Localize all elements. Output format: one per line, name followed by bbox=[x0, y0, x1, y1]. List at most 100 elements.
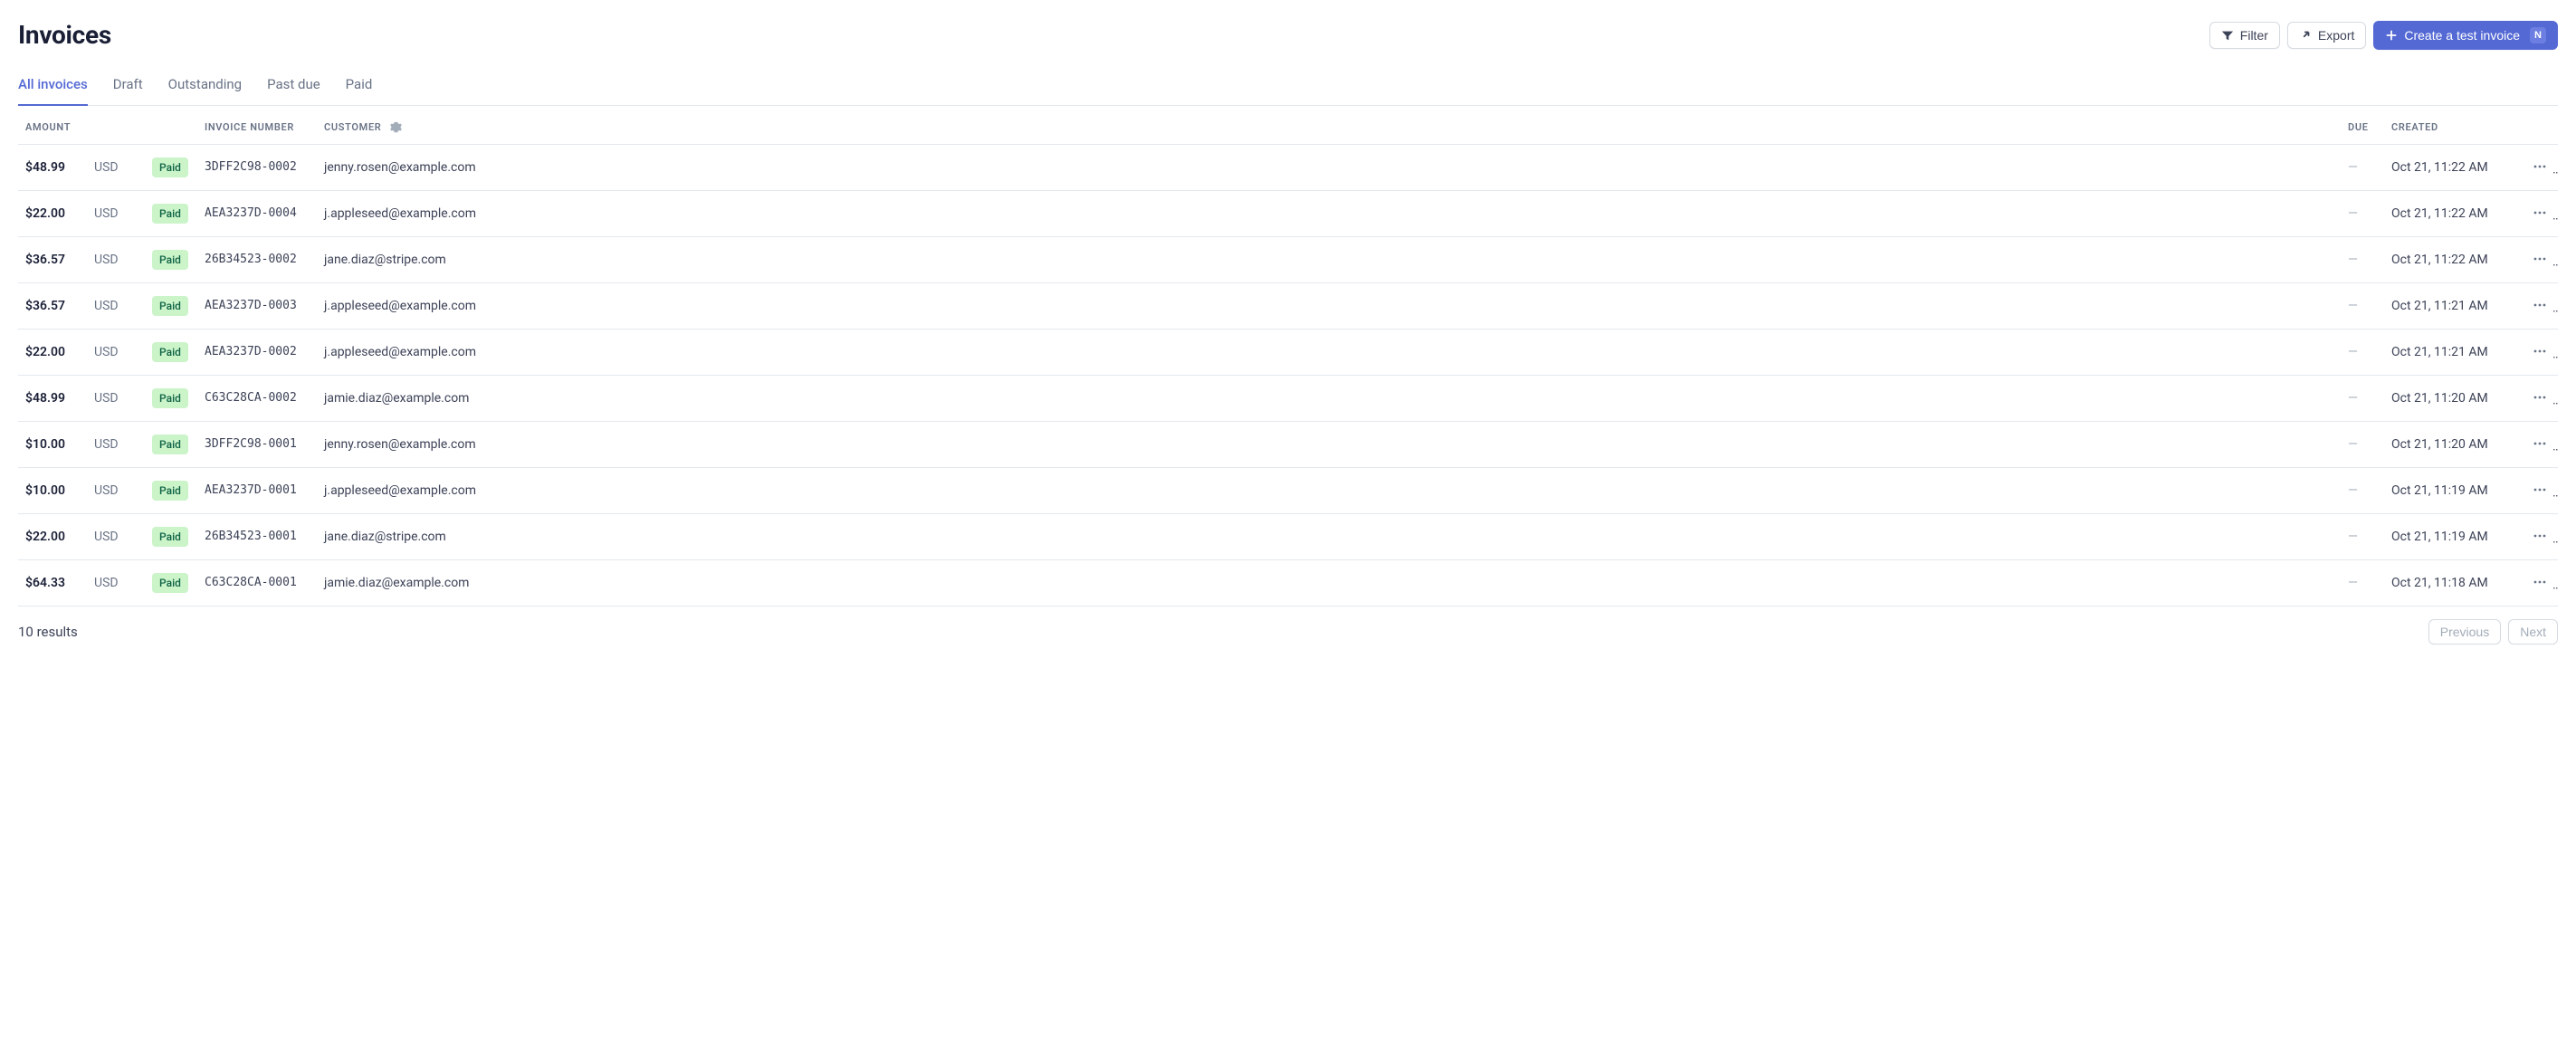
table-row[interactable]: $22.00USDPaidAEA3237D-0004j.appleseed@ex… bbox=[18, 191, 2558, 237]
currency-cell: USD bbox=[87, 145, 145, 191]
col-due-header: Due bbox=[2341, 106, 2384, 145]
amount-cell: $10.00 bbox=[18, 468, 87, 514]
more-horizontal-icon bbox=[2533, 159, 2547, 177]
more-cell bbox=[2520, 191, 2558, 237]
invoice-number-cell: AEA3237D-0002 bbox=[197, 329, 317, 376]
row-actions-button[interactable] bbox=[2527, 339, 2552, 365]
due-cell: — bbox=[2341, 514, 2384, 560]
col-invoice-number-header: Invoice Number bbox=[197, 106, 317, 145]
row-actions-button[interactable] bbox=[2527, 155, 2552, 180]
status-badge: Paid bbox=[152, 527, 188, 547]
amount-cell: $36.57 bbox=[18, 283, 87, 329]
customer-cell: jenny.rosen@example.com bbox=[317, 145, 2341, 191]
more-cell bbox=[2520, 376, 2558, 422]
created-cell: Oct 21, 11:20 AM bbox=[2384, 422, 2520, 468]
more-cell bbox=[2520, 237, 2558, 283]
export-icon bbox=[2299, 29, 2312, 42]
more-horizontal-icon bbox=[2533, 390, 2547, 407]
tab-past-due[interactable]: Past due bbox=[267, 67, 320, 106]
status-cell: Paid bbox=[145, 283, 197, 329]
row-actions-button[interactable] bbox=[2527, 293, 2552, 319]
currency-cell: USD bbox=[87, 468, 145, 514]
status-cell: Paid bbox=[145, 468, 197, 514]
amount-cell: $10.00 bbox=[18, 422, 87, 468]
invoice-number-cell: AEA3237D-0003 bbox=[197, 283, 317, 329]
filter-label: Filter bbox=[2240, 28, 2268, 43]
status-badge: Paid bbox=[152, 388, 188, 408]
more-cell bbox=[2520, 468, 2558, 514]
table-row[interactable]: $10.00USD Paid AEA3237D-0001j.appleseed@ex… bbox=[18, 468, 2558, 514]
tab-paid[interactable]: Paid bbox=[346, 67, 373, 106]
currency-cell: USD bbox=[87, 376, 145, 422]
status-cell: Paid bbox=[145, 514, 197, 560]
currency-cell: USD bbox=[87, 191, 145, 237]
created-cell: Oct 21, 11:18 AM bbox=[2384, 560, 2520, 606]
plus-icon bbox=[2385, 29, 2398, 42]
row-actions-button[interactable] bbox=[2527, 386, 2552, 411]
due-cell: — bbox=[2341, 422, 2384, 468]
customer-cell: j.appleseed@example.com bbox=[317, 468, 2341, 514]
table-row[interactable]: $10.00USDPaid3DFF2C98-0001jenny.rosen@ex… bbox=[18, 422, 2558, 468]
amount-cell: $48.99 bbox=[18, 145, 87, 191]
created-cell: Oct 21, 11:22 AM bbox=[2384, 191, 2520, 237]
next-button[interactable]: Next bbox=[2508, 619, 2558, 645]
table-row[interactable]: $22.00USDPaid26B34523-0001jane.diaz@stri… bbox=[18, 514, 2558, 560]
more-cell bbox=[2520, 329, 2558, 376]
col-customer-label: Customer bbox=[324, 121, 381, 133]
invoice-number-cell: C63C28CA-0001 bbox=[197, 560, 317, 606]
status-cell: Paid bbox=[145, 145, 197, 191]
amount-cell: $64.33 bbox=[18, 560, 87, 606]
row-actions-button[interactable] bbox=[2527, 432, 2552, 457]
more-horizontal-icon bbox=[2533, 529, 2547, 546]
amount-cell: $36.57 bbox=[18, 237, 87, 283]
invoice-number-cell: AEA3237D-0004 bbox=[197, 191, 317, 237]
table-row[interactable]: $48.99USDPaidC63C28CA-0002jamie.diaz@exa… bbox=[18, 376, 2558, 422]
previous-button[interactable]: Previous bbox=[2428, 619, 2501, 645]
more-cell bbox=[2520, 514, 2558, 560]
due-cell: — bbox=[2341, 468, 2384, 514]
results-count: 10 results bbox=[18, 622, 78, 643]
due-cell: — bbox=[2341, 145, 2384, 191]
invoice-number-cell: 3DFF2C98-0002 bbox=[197, 145, 317, 191]
export-button[interactable]: Export bbox=[2287, 22, 2366, 49]
tab-outstanding[interactable]: Outstanding bbox=[168, 67, 242, 106]
status-badge: Paid bbox=[152, 573, 188, 593]
more-cell bbox=[2520, 145, 2558, 191]
due-cell: — bbox=[2341, 329, 2384, 376]
create-test-invoice-button[interactable]: Create a test invoice N bbox=[2373, 21, 2558, 50]
invoice-number-cell: 26B34523-0001 bbox=[197, 514, 317, 560]
status-badge: Paid bbox=[152, 481, 188, 501]
customer-cell: jenny.rosen@example.com bbox=[317, 422, 2341, 468]
row-actions-button[interactable] bbox=[2527, 247, 2552, 272]
currency-cell: USD bbox=[87, 283, 145, 329]
status-cell: Paid bbox=[145, 422, 197, 468]
created-cell: Oct 21, 11:19 AM bbox=[2384, 514, 2520, 560]
currency-cell: USD bbox=[87, 560, 145, 606]
create-label: Create a test invoice bbox=[2404, 28, 2520, 43]
status-cell: Paid bbox=[145, 560, 197, 606]
filter-button[interactable]: Filter bbox=[2209, 22, 2280, 49]
table-row[interactable]: $36.57USDPaid26B34523-0002jane.diaz@stri… bbox=[18, 237, 2558, 283]
more-horizontal-icon bbox=[2533, 298, 2547, 315]
customer-cell: jane.diaz@stripe.com bbox=[317, 237, 2341, 283]
currency-cell: USD bbox=[87, 237, 145, 283]
row-actions-button[interactable] bbox=[2527, 478, 2552, 503]
customer-cell: j.appleseed@example.com bbox=[317, 191, 2341, 237]
tab-all-invoices[interactable]: All invoices bbox=[18, 67, 88, 106]
gear-icon[interactable] bbox=[390, 121, 402, 133]
invoice-number-cell: AEA3237D-0001 bbox=[197, 468, 317, 514]
tab-draft[interactable]: Draft bbox=[113, 67, 143, 106]
header-actions: Filter Export Create a test invoice N bbox=[2209, 21, 2558, 50]
currency-cell: USD bbox=[87, 422, 145, 468]
table-row[interactable]: $64.33USDPaidC63C28CA-0001jamie.diaz@exa… bbox=[18, 560, 2558, 606]
row-actions-button[interactable] bbox=[2527, 570, 2552, 596]
customer-cell: jane.diaz@stripe.com bbox=[317, 514, 2341, 560]
row-actions-button[interactable] bbox=[2527, 201, 2552, 226]
row-actions-button[interactable] bbox=[2527, 524, 2552, 549]
table-row[interactable]: $22.00USDPaidAEA3237D-0002j.appleseed@ex… bbox=[18, 329, 2558, 376]
status-badge: Paid bbox=[152, 158, 188, 177]
customer-cell: j.appleseed@example.com bbox=[317, 329, 2341, 376]
table-row[interactable]: $48.99USD Paid 3DFF2C98-0002jenny.rosen@ex… bbox=[18, 145, 2558, 191]
col-created-header: Created bbox=[2384, 106, 2520, 145]
table-row[interactable]: $36.57USDPaidAEA3237D-0003j.appleseed@ex… bbox=[18, 283, 2558, 329]
